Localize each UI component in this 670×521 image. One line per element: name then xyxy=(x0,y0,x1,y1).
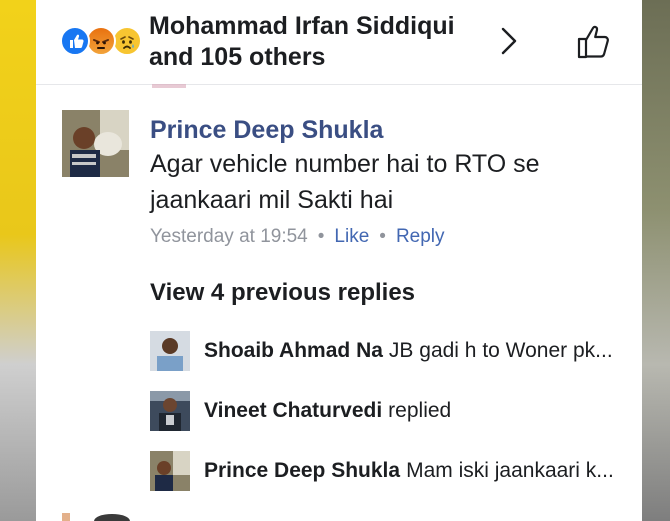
reactors-summary[interactable]: Mohammad Irfan Siddiqui and 105 others xyxy=(149,11,489,73)
avatar[interactable] xyxy=(62,110,129,177)
comment-timestamp[interactable]: Yesterday at 19:54 xyxy=(150,226,308,247)
angry-reaction-icon xyxy=(86,26,116,56)
sad-reaction-icon xyxy=(112,26,142,56)
chevron-right-icon[interactable] xyxy=(498,24,520,58)
like-reaction-icon xyxy=(60,26,90,56)
reply-snippet: JB gadi h to Woner pk... xyxy=(388,339,613,362)
comment-thread-card: Mohammad Irfan Siddiqui and 105 others P… xyxy=(36,0,642,521)
reaction-icons xyxy=(60,26,142,56)
previous-comment-peek xyxy=(152,84,186,88)
separator-dot: • xyxy=(379,226,386,247)
comment-meta: Yesterday at 19:54 • Like • Reply xyxy=(150,226,445,248)
reply-snippet: Mam iski jaankaari k... xyxy=(406,459,614,482)
reply-button[interactable]: Reply xyxy=(396,226,445,247)
backdrop-right xyxy=(640,0,670,521)
reply-text: Shoaib Ahmad Na JB gadi h to Woner pk... xyxy=(204,339,630,363)
comment-author-name[interactable]: Prince Deep Shukla xyxy=(150,116,383,145)
reply-item[interactable]: Prince Deep Shukla Mam iski jaankaari k..… xyxy=(150,451,630,493)
avatar[interactable] xyxy=(150,391,190,431)
reply-author-name[interactable]: Prince Deep Shukla xyxy=(204,459,400,482)
reply-text: Prince Deep Shukla Mam iski jaankaari k..… xyxy=(204,459,630,483)
reply-text: Vineet Chaturvedi replied xyxy=(204,399,630,423)
view-previous-replies-link[interactable]: View 4 previous replies xyxy=(150,279,415,307)
reactions-header[interactable]: Mohammad Irfan Siddiqui and 105 others xyxy=(36,0,642,85)
comment-text: Agar vehicle number hai to RTO se jaanka… xyxy=(150,150,540,214)
thumbs-up-icon[interactable] xyxy=(574,22,614,62)
reply-item[interactable]: Vineet Chaturvedi replied xyxy=(150,391,630,433)
reply-snippet: replied xyxy=(388,399,452,422)
backdrop-left xyxy=(0,0,40,521)
like-button[interactable]: Like xyxy=(334,226,369,247)
reply-author-name[interactable]: Vineet Chaturvedi xyxy=(204,399,382,422)
next-comment-avatar-peek xyxy=(62,513,130,521)
separator-dot: • xyxy=(317,226,325,247)
reply-author-name[interactable]: Shoaib Ahmad Na xyxy=(204,339,383,362)
reply-item[interactable]: Shoaib Ahmad Na JB gadi h to Woner pk... xyxy=(150,331,630,373)
avatar[interactable] xyxy=(150,451,190,491)
avatar[interactable] xyxy=(150,331,190,371)
